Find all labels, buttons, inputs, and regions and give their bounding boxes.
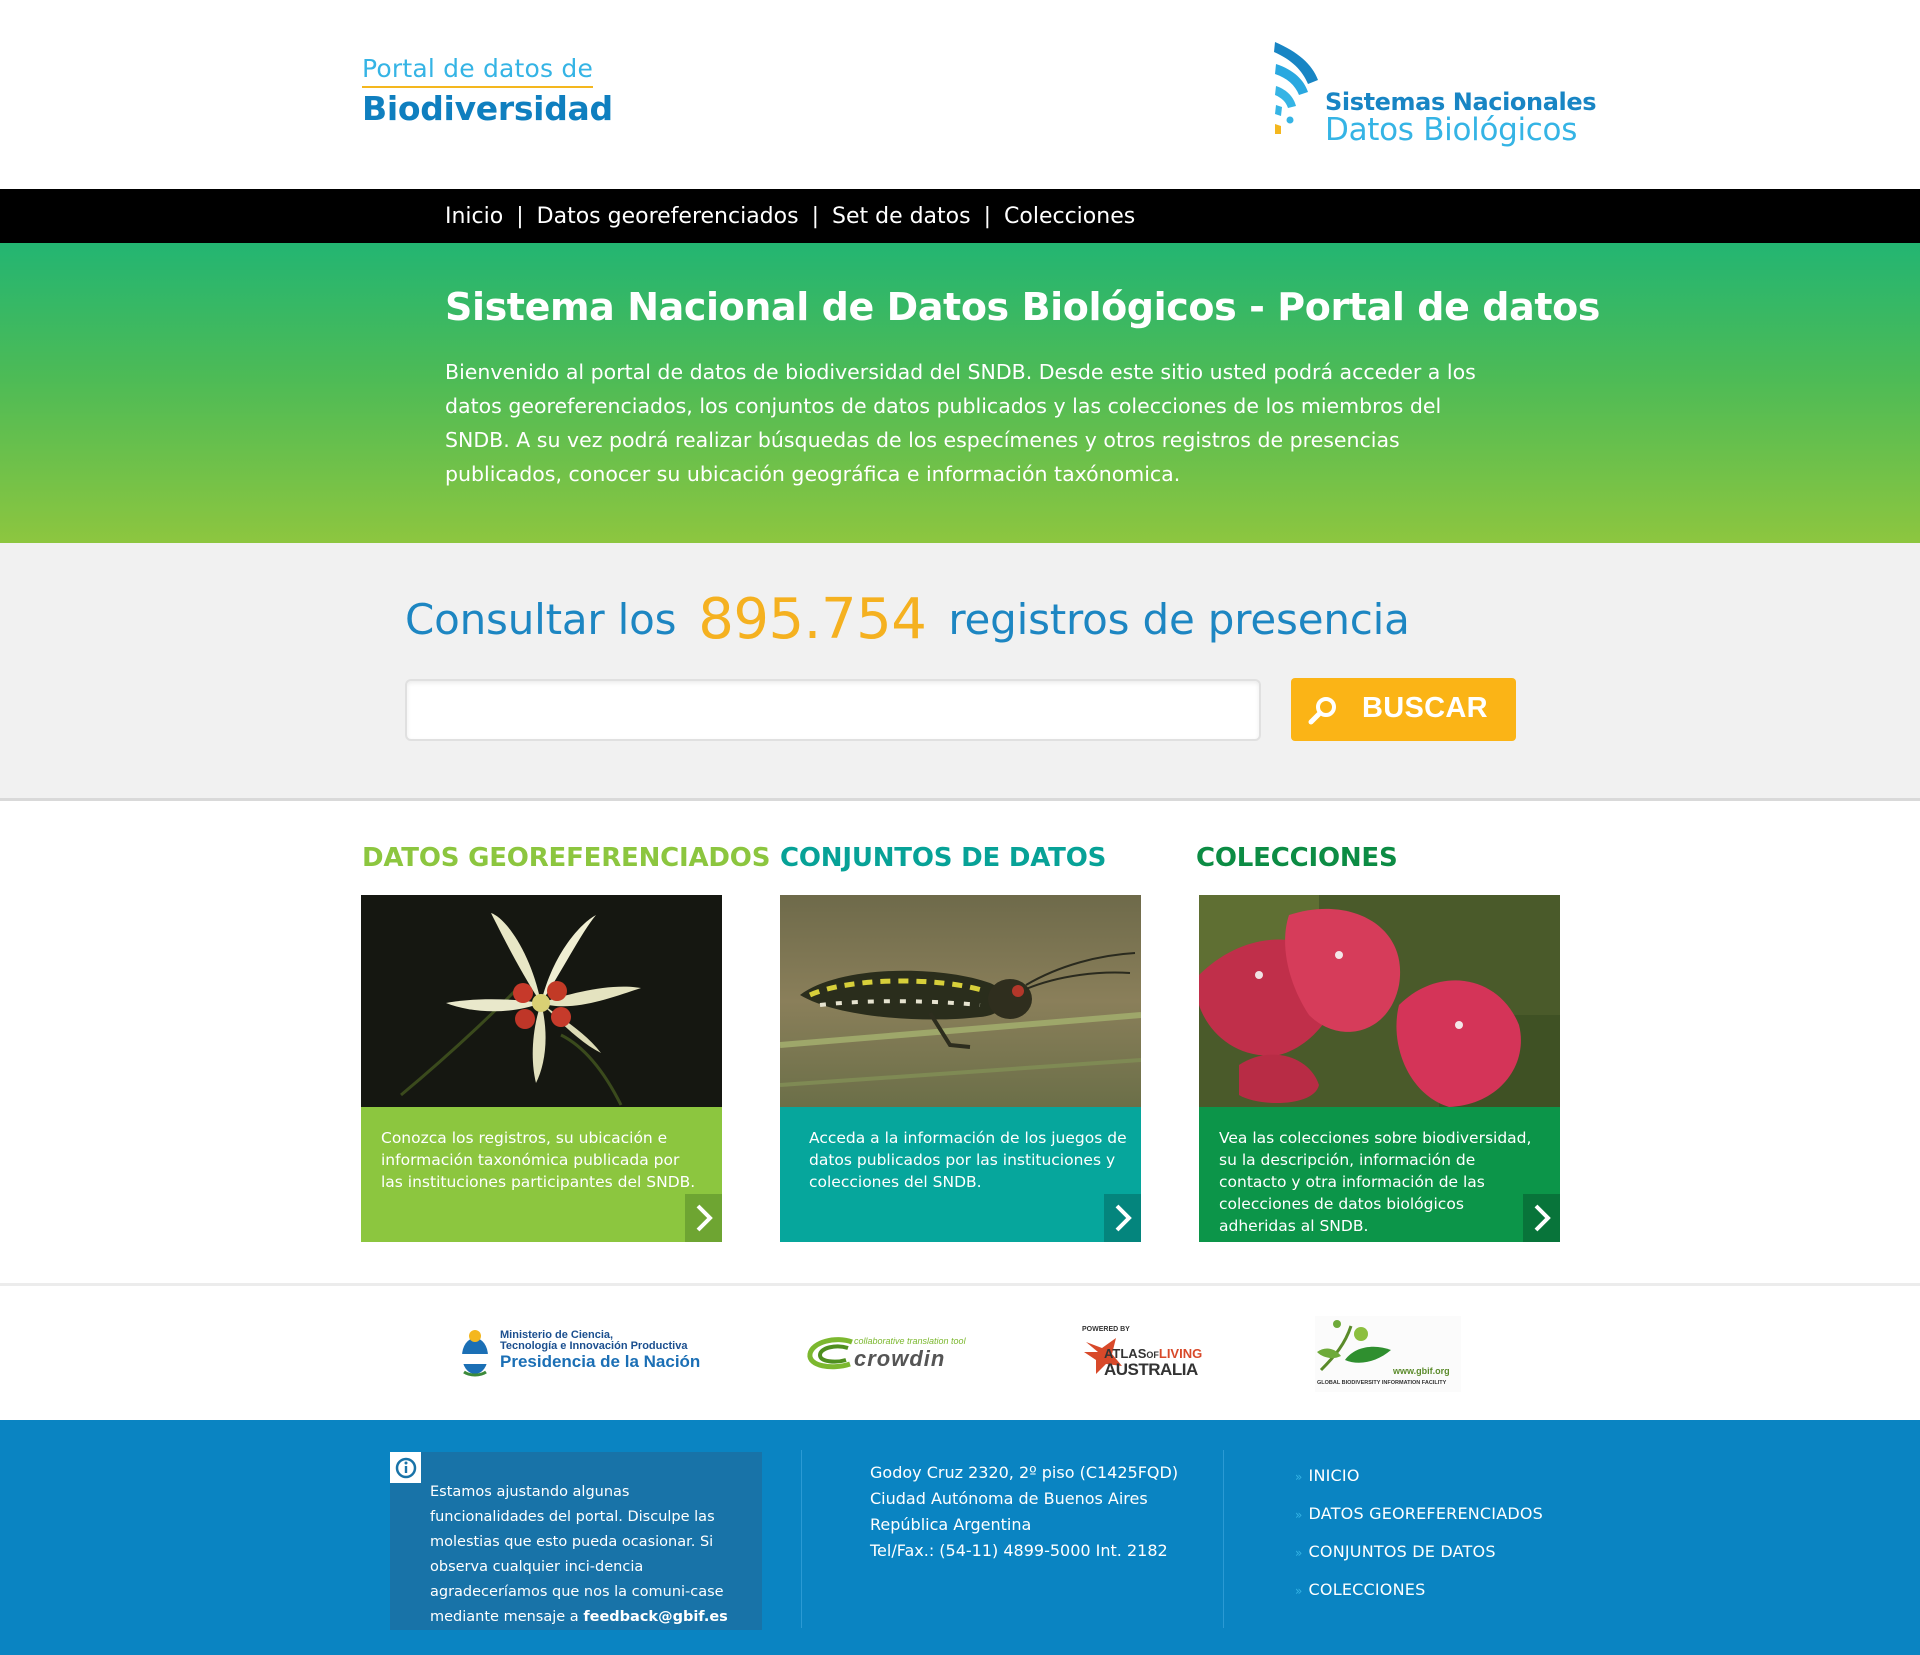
mincyt-line2: Tecnología e Innovación Productiva (500, 1340, 688, 1352)
chevron-right-icon[interactable] (1104, 1194, 1141, 1242)
hero-banner: Sistema Nacional de Datos Biológicos - P… (0, 243, 1920, 543)
card-description: Acceda a la información de los juegos de… (809, 1129, 1127, 1191)
search-headline-prefix: Consultar los (405, 595, 677, 644)
ala-of: OF (1146, 1350, 1159, 1360)
site-footer: Estamos ajustando algunas funcionalidade… (0, 1420, 1920, 1655)
chevron-right-icon[interactable] (1523, 1194, 1560, 1242)
footer-link-datos-georeferenciados[interactable]: » DATOS GEOREFERENCIADOS (1295, 1504, 1543, 1542)
mincyt-line3: Presidencia de la Nación (500, 1352, 701, 1371)
address-line: Tel/Fax.: (54-11) 4899-5000 Int. 2182 (870, 1541, 1168, 1560)
search-input[interactable] (405, 679, 1261, 741)
card-body: Vea las colecciones sobre biodiversidad,… (1199, 1107, 1560, 1242)
portal-logo-title: Biodiversidad (362, 89, 613, 128)
info-icon (390, 1452, 421, 1483)
red-flowers-photo (1199, 895, 1560, 1107)
mincyt-logo[interactable]: Ministerio de Ciencia, Tecnología e Inno… (460, 1328, 720, 1380)
portal-logo-subtitle: Portal de datos de (362, 54, 594, 88)
gbif-logo[interactable]: www.gbif.org GLOBAL BIODIVERSITY INFORMA… (1315, 1316, 1461, 1392)
footer-link-inicio[interactable]: » INICIO (1295, 1466, 1543, 1504)
notice-box: Estamos ajustando algunas funcionalidade… (390, 1452, 762, 1630)
chevron-right-icon[interactable] (685, 1194, 722, 1242)
nav-separator: | (811, 203, 819, 229)
nav-colecciones[interactable]: Colecciones (1004, 204, 1135, 229)
card-georeferenciados[interactable]: Conozca los registros, su ubicación e in… (361, 895, 722, 1242)
card-body: Acceda a la información de los juegos de… (780, 1107, 1141, 1242)
search-icon (1308, 697, 1336, 725)
search-headline: Consultar los 895.754 registros de prese… (405, 587, 1410, 652)
gbif-url: www.gbif.org (1393, 1366, 1450, 1376)
gbif-leaf-icon (1317, 1320, 1391, 1372)
footer-link-conjuntos-de-datos[interactable]: » CONJUNTOS DE DATOS (1295, 1542, 1543, 1580)
hero-description: Bienvenido al portal de datos de biodive… (445, 360, 1476, 486)
card-description: Vea las colecciones sobre biodiversidad,… (1219, 1129, 1532, 1235)
card-conjuntos[interactable]: Acceda a la información de los juegos de… (780, 895, 1141, 1242)
argentina-emblem-icon (462, 1330, 488, 1377)
contact-address: Godoy Cruz 2320, 2º piso (C1425FQD) Ciud… (870, 1460, 1178, 1564)
footer-link-label: CONJUNTOS DE DATOS (1308, 1542, 1496, 1561)
hero-title: Sistema Nacional de Datos Biológicos - P… (445, 285, 1601, 329)
search-button-label: BUSCAR (1362, 692, 1488, 724)
portal-logo[interactable]: Portal de datos de Biodiversidad (362, 54, 613, 130)
nav-separator: | (516, 203, 524, 229)
card-heading-colecciones[interactable]: COLECCIONES (1196, 843, 1398, 873)
search-section: Consultar los 895.754 registros de prese… (0, 543, 1920, 801)
flower-photo (361, 895, 722, 1107)
footer-divider (801, 1450, 802, 1628)
card-heading-georeferenciados[interactable]: DATOS GEOREFERENCIADOS (362, 843, 770, 873)
address-line: Godoy Cruz 2320, 2º piso (C1425FQD) (870, 1463, 1179, 1482)
bullet-icon: » (1295, 1546, 1303, 1560)
gbif-name: GLOBAL BIODIVERSITY INFORMATION FACILITY (1317, 1380, 1447, 1386)
address-line: República Argentina (870, 1515, 1032, 1534)
ala-powered-by: POWERED BY (1082, 1326, 1130, 1333)
footer-link-label: COLECCIONES (1308, 1580, 1426, 1599)
partners-divider (0, 1283, 1920, 1286)
nav-set-de-datos[interactable]: Set de datos (832, 204, 971, 229)
search-headline-suffix: registros de presencia (948, 595, 1410, 644)
card-heading-conjuntos[interactable]: CONJUNTOS DE DATOS (780, 843, 1106, 873)
notice-text: Estamos ajustando algunas funcionalidade… (430, 1480, 745, 1630)
bullet-icon: » (1295, 1584, 1303, 1598)
footer-divider (1223, 1450, 1224, 1628)
crowdin-logo[interactable]: collaborative translation tool crowdin (806, 1330, 986, 1380)
card-description: Conozca los registros, su ubicación e in… (381, 1129, 696, 1191)
ala-australia: AUSTRALIA (1104, 1360, 1198, 1379)
address-line: Ciudad Autónoma de Buenos Aires (870, 1489, 1148, 1508)
footer-link-label: INICIO (1308, 1466, 1360, 1485)
grasshopper-photo (780, 895, 1141, 1107)
sndb-logo-subtitle: Datos Biológicos (1325, 112, 1578, 148)
ala-living: LIVING (1158, 1346, 1203, 1361)
ala-atlas: ATLAS (1104, 1346, 1147, 1361)
nav-separator: | (983, 203, 992, 229)
bullet-icon: » (1295, 1508, 1303, 1522)
search-button[interactable]: BUSCAR (1291, 678, 1516, 741)
crowdin-tagline: collaborative translation tool (854, 1336, 966, 1346)
card-colecciones[interactable]: Vea las colecciones sobre biodiversidad,… (1199, 895, 1560, 1242)
footer-link-colecciones[interactable]: » COLECCIONES (1295, 1580, 1543, 1618)
feedback-email-link[interactable]: feedback@gbif.es (583, 1609, 727, 1625)
crowdin-swirl-icon (807, 1337, 853, 1370)
nav-datos-georeferenciados[interactable]: Datos georeferenciados (537, 204, 799, 229)
crowdin-name: crowdin (854, 1346, 946, 1371)
footer-link-label: DATOS GEOREFERENCIADOS (1308, 1504, 1544, 1523)
notice-message: Estamos ajustando algunas funcionalidade… (430, 1484, 724, 1625)
ala-logo[interactable]: POWERED BY ATLASOFLIVING AUSTRALIA (1082, 1326, 1222, 1379)
site-header: Portal de datos de Biodiversidad Sistema… (0, 0, 1920, 189)
bullet-icon: » (1295, 1470, 1303, 1484)
footer-nav: » INICIO » DATOS GEOREFERENCIADOS » CONJUNT… (1295, 1466, 1543, 1618)
card-body: Conozca los registros, su ubicación e in… (361, 1107, 722, 1242)
nav-inicio[interactable]: Inicio (445, 204, 503, 229)
records-count: 895.754 (698, 587, 927, 652)
main-nav: Inicio | Datos georeferenciados | Set de… (0, 189, 1920, 243)
